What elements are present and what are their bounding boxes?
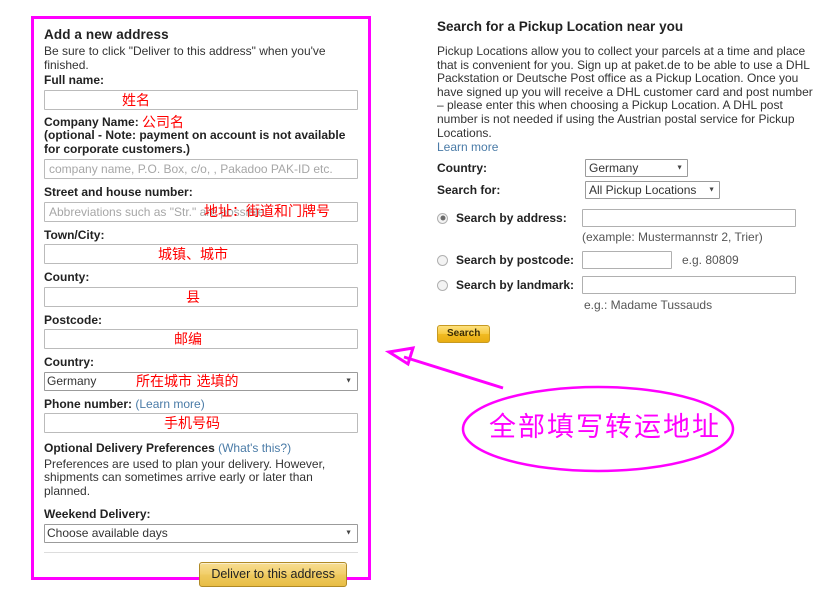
deliver-to-this-address-button[interactable]: Deliver to this address — [199, 561, 347, 587]
company-note-line-1: (optional - Note: payment on account is … — [44, 128, 346, 142]
delivery-preferences-label: Optional Delivery Preferences — [44, 441, 215, 455]
pickup-learn-more-link[interactable]: Learn more — [437, 140, 498, 154]
county-input[interactable] — [44, 286, 358, 307]
search-by-landmark-hint: e.g.: Madame Tussauds — [584, 298, 713, 313]
search-by-landmark-input[interactable] — [582, 276, 796, 295]
postcode-label: Postcode: — [44, 312, 103, 327]
pickup-location-panel: Search for a Pickup Location near you Pi… — [437, 19, 817, 344]
town-city-input[interactable] — [44, 244, 358, 264]
add-new-address-panel: Add a new address Be sure to click "Deli… — [31, 16, 371, 587]
callout-ellipse — [461, 385, 735, 473]
pickup-search-for-select[interactable]: All Pickup Locations — [585, 181, 720, 200]
company-note-line-2: for corporate customers.) — [44, 141, 191, 156]
country-select[interactable]: Germany — [44, 371, 358, 391]
pickup-panel-body: Pickup Locations allow you to collect yo… — [437, 44, 813, 140]
country-label: Country: — [44, 355, 94, 369]
phone-label: Phone number: — [44, 396, 133, 411]
search-by-landmark-label: Search by landmark: — [456, 278, 575, 293]
county-label: County: — [44, 270, 90, 284]
full-name-input[interactable] — [44, 89, 358, 110]
pickup-panel-title: Search for a Pickup Location near you — [437, 19, 684, 34]
search-by-postcode-label: Search by postcode: — [456, 253, 575, 268]
radio-search-by-postcode[interactable] — [437, 254, 448, 266]
search-by-postcode-input[interactable] — [582, 251, 672, 270]
whats-this-link[interactable]: (What's this?) — [218, 441, 291, 455]
search-by-address-input[interactable] — [582, 209, 796, 228]
phone-learn-more-link[interactable]: (Learn more) — [135, 397, 204, 411]
radio-search-by-landmark[interactable] — [437, 279, 448, 291]
arrow-head-icon — [384, 346, 416, 367]
page-title: Add a new address — [44, 27, 169, 42]
arrow-shaft — [403, 355, 504, 390]
pickup-country-select[interactable]: Germany — [585, 159, 688, 178]
search-by-address-label: Search by address: — [456, 211, 567, 226]
form-intro-text: Be sure to click "Deliver to this addres… — [44, 44, 326, 72]
form-divider — [44, 551, 358, 553]
callout-text: 全部填写转运地址 — [489, 412, 721, 443]
search-by-address-hint: (example: Mustermannstr 2, Trier) — [582, 230, 763, 245]
postcode-input[interactable] — [44, 329, 358, 349]
street-label: Street and house number: — [44, 185, 193, 199]
pickup-search-for-label: Search for: — [437, 183, 501, 198]
search-by-postcode-hint: e.g. 80809 — [682, 253, 739, 268]
company-name-label: Company Name: — [44, 114, 139, 129]
street-input[interactable] — [44, 201, 358, 222]
delivery-preferences-note: Preferences are used to plan your delive… — [44, 456, 326, 498]
town-city-label: Town/City: — [44, 227, 105, 242]
weekend-delivery-label: Weekend Delivery: — [44, 507, 151, 521]
company-name-input[interactable] — [44, 159, 358, 179]
weekend-delivery-select[interactable]: Choose available days — [44, 523, 358, 543]
radio-search-by-address[interactable] — [437, 212, 448, 224]
search-button[interactable]: Search — [437, 325, 491, 344]
pickup-country-label: Country: — [437, 161, 487, 176]
full-name-label: Full name: — [44, 73, 105, 87]
phone-input[interactable] — [44, 413, 358, 433]
